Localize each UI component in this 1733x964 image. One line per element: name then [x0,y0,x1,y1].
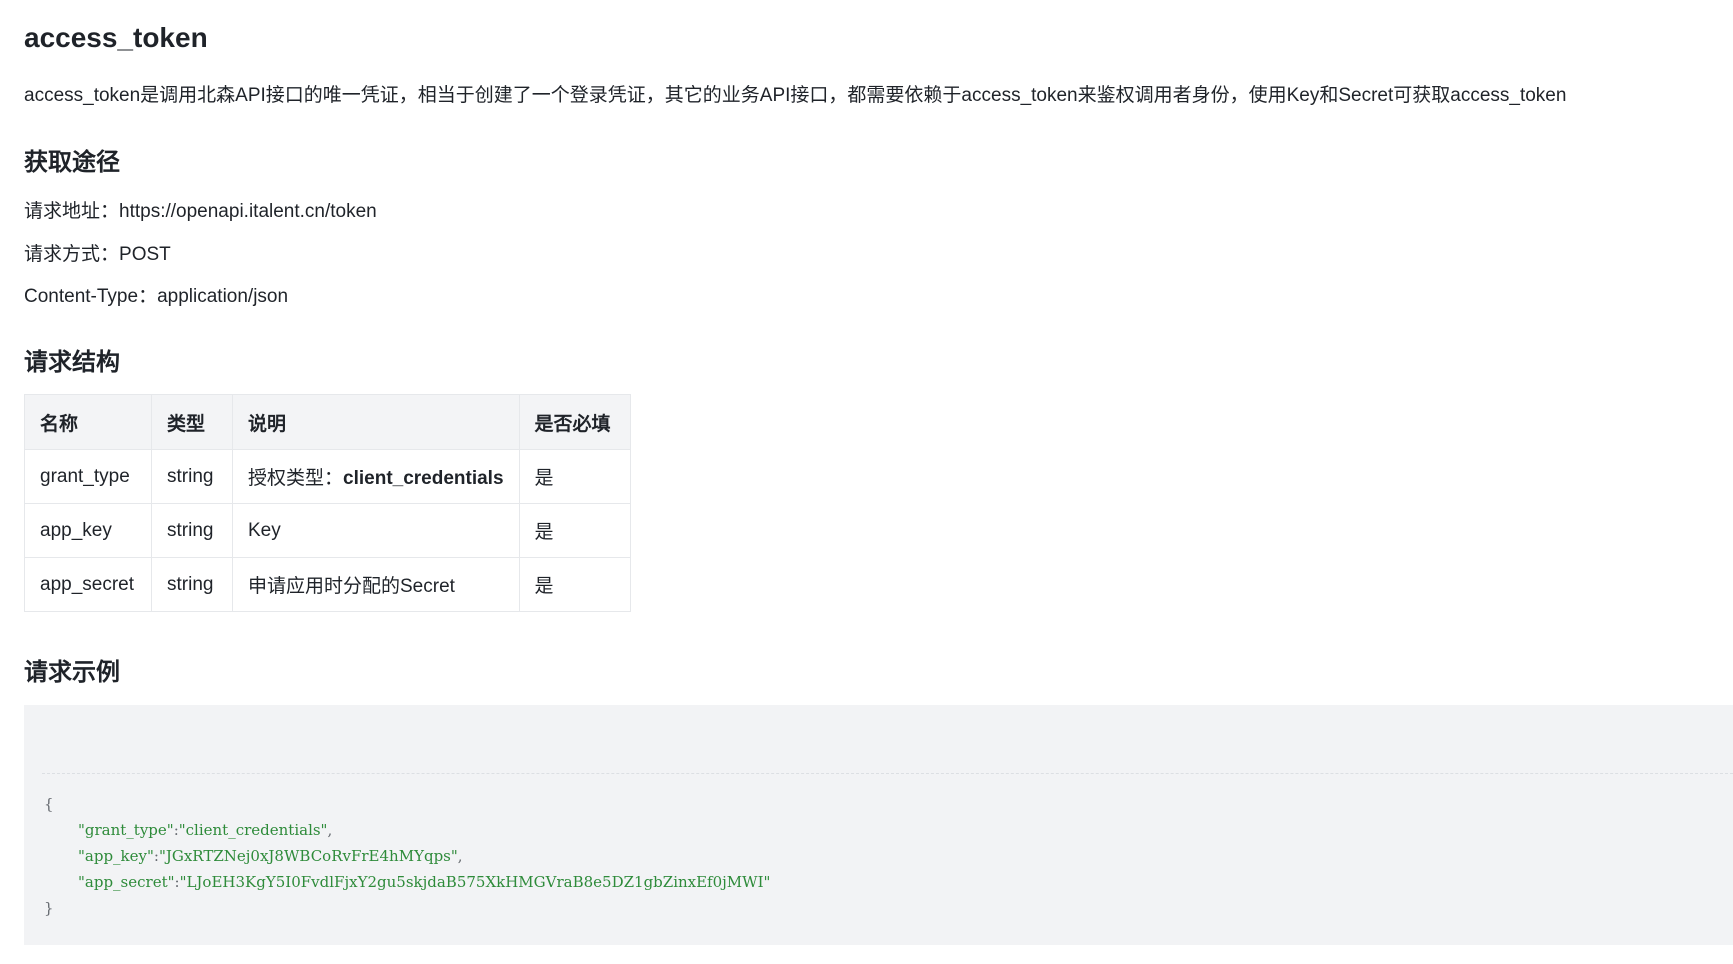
code-value: "client_credentials" [178,821,328,839]
code-content[interactable]: { "grant_type":"client_credentials", "ap… [44,791,770,921]
cell-type: string [151,503,233,558]
column-header-desc: 说明 [232,394,520,450]
page-title: access_token [24,22,208,53]
code-open-brace: { [44,795,54,813]
intro-paragraph: access_token是调用北森API接口的唯一凭证，相当于创建了一个登录凭证… [24,85,1567,106]
cell-desc: 授权类型：client_credentials [232,449,520,504]
cell-desc-text: 授权类型： [248,468,344,489]
cell-desc-text: 申请应用时分配的Secret [248,576,455,597]
code-value: "LJoEH3KgY5I0FvdlFjxY2gu5skjdaB575XkHMGV… [179,873,771,891]
code-trail: , [327,821,333,839]
table-header-row: 名称 类型 说明 是否必填 [24,394,631,450]
request-method-line: 请求方式：POST [24,241,171,269]
column-header-name: 名称 [24,394,152,450]
table-row: app_key string Key 是 [24,503,631,558]
cell-required: 是 [518,449,631,504]
access-heading: 获取途径 [24,149,120,176]
cell-required: 是 [518,557,631,612]
code-key: "grant_type" [78,821,174,839]
table-row: grant_type string 授权类型：client_credential… [24,449,631,504]
cell-type: string [151,557,233,612]
structure-heading: 请求结构 [24,349,120,376]
request-url-label: 请求地址： [24,201,120,222]
request-url-value: https://openapi.italent.cn/token [119,201,377,222]
content-type-value: application/json [157,286,289,307]
request-url-line: 请求地址：https://openapi.italent.cn/token [24,198,377,226]
cell-type: string [151,449,233,504]
cell-desc-bold: client_credentials [343,468,504,489]
table-row: app_secret string 申请应用时分配的Secret 是 [24,557,631,612]
code-value: "JGxRTZNej0xJ8WBCoRvFrE4hMYqps" [158,847,458,865]
request-method-value: POST [119,244,171,265]
example-heading: 请求示例 [24,659,120,686]
column-header-type: 类型 [151,394,233,450]
content-type-line: Content-Type：application/json [24,283,288,311]
code-key: "app_secret" [78,873,175,891]
cell-name: app_secret [24,557,152,612]
column-header-required: 是否必填 [518,394,631,450]
code-block[interactable]: { "grant_type":"client_credentials", "ap… [24,705,1733,945]
cell-required: 是 [518,503,631,558]
cell-desc: Key [232,503,520,558]
code-divider [42,773,1733,774]
code-close-brace: } [44,899,54,917]
code-trail: , [457,847,463,865]
cell-name: app_key [24,503,152,558]
request-method-label: 请求方式： [24,244,120,265]
params-table: 名称 类型 说明 是否必填 grant_type string 授权类型：cli… [24,394,631,612]
cell-desc-text: Key [248,519,281,541]
content-type-label: Content-Type： [24,286,158,307]
code-key: "app_key" [78,847,154,865]
cell-name: grant_type [24,449,152,504]
cell-desc: 申请应用时分配的Secret [232,557,520,612]
